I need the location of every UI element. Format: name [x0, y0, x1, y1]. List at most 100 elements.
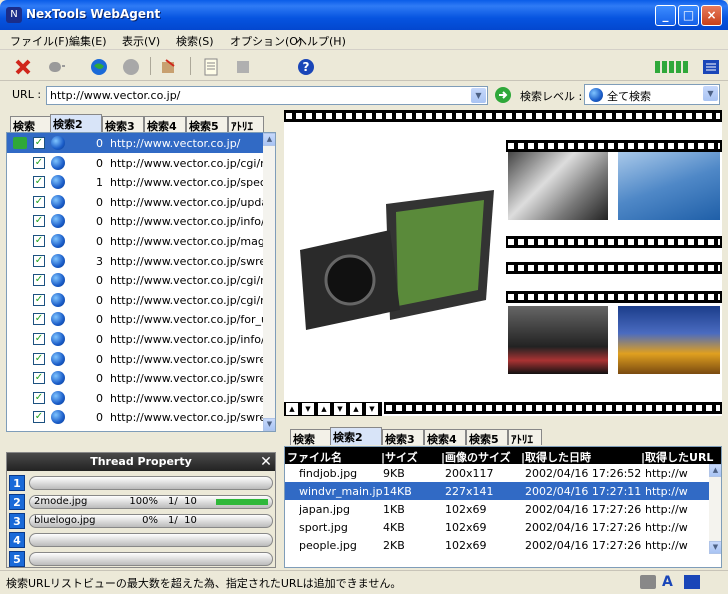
globe-icon[interactable] [88, 56, 110, 78]
scroll-down-icon[interactable]: ▼ [709, 541, 721, 554]
tab-search3[interactable]: 検索3 [382, 429, 424, 445]
close-icon[interactable]: ✕ [259, 455, 273, 469]
title-bar[interactable]: N NexTools WebAgent _ □ × [0, 0, 728, 30]
thumbnail-swimmers[interactable] [618, 152, 720, 220]
help-icon[interactable]: ? [295, 56, 317, 78]
nav-down-icon[interactable]: ▲ [350, 403, 362, 415]
list-item[interactable]: ✓ 0 http://www.vector.co.jp/swree [7, 388, 265, 408]
minimize-button[interactable]: _ [655, 5, 676, 26]
export-icon[interactable] [158, 56, 180, 78]
toolbar-separator [190, 57, 191, 75]
list-item[interactable]: ✓ 0 http://www.vector.co.jp/cgi/n [7, 290, 265, 310]
menu-edit[interactable]: 編集(E) [69, 33, 107, 49]
thumbnail-eiffel-tower[interactable] [618, 306, 720, 374]
list-item[interactable]: ✓ 0 http://www.vector.co.jp/ [7, 133, 265, 153]
scroll-down-icon[interactable]: ▼ [263, 418, 275, 431]
table-row[interactable]: people.jpg 2KB 102x69 2002/04/16 17:27:26 ht… [285, 536, 709, 554]
column-header-size[interactable]: |サイズ [381, 449, 418, 465]
nav-up-icon[interactable]: ▼ [302, 403, 314, 415]
maximize-button[interactable]: □ [678, 5, 699, 26]
camera-icon[interactable] [640, 575, 656, 589]
close-button[interactable]: × [701, 5, 722, 26]
url-checkbox[interactable]: ✓ [33, 372, 45, 385]
document-icon[interactable] [200, 56, 222, 78]
thumbnail-photo[interactable] [508, 152, 608, 220]
pause-icon[interactable] [46, 56, 68, 78]
search-level-select[interactable]: 全て検索 ▼ [584, 84, 720, 105]
disabled-globe-icon[interactable] [120, 56, 142, 78]
tab-atelier[interactable]: ｱﾄﾘｴ [508, 429, 542, 445]
list-item[interactable]: ✓ 0 http://www.vector.co.jp/info/ [7, 211, 265, 231]
list-item[interactable]: ✓ 0 http://www.vector.co.jp/cgi/n [7, 153, 265, 173]
url-checkbox[interactable]: ✓ [33, 137, 45, 149]
menu-help[interactable]: ヘルプ(H) [296, 33, 346, 49]
tab-search4[interactable]: 検索4 [424, 429, 466, 445]
url-checkbox[interactable]: ✓ [33, 274, 45, 287]
column-header-url[interactable]: |取得したURL [641, 449, 713, 465]
url-checkbox[interactable]: ✓ [33, 333, 45, 345]
list-item[interactable]: ✓ 0 http://www.vector.co.jp/swree [7, 349, 265, 369]
url-checkbox[interactable]: ✓ [33, 411, 45, 424]
chevron-down-icon[interactable]: ▼ [703, 86, 718, 101]
scroll-up-icon[interactable]: ▲ [263, 133, 275, 146]
url-text: http://www.vector.co.jp/cgi/n [110, 274, 265, 288]
stop-icon[interactable] [12, 56, 34, 78]
font-icon[interactable]: A [662, 574, 678, 590]
column-header-date[interactable]: |取得した日時 [521, 449, 591, 465]
list-item[interactable]: ✓ 3 http://www.vector.co.jp/swree [7, 251, 265, 271]
tab-search1[interactable]: 検索 [10, 116, 52, 132]
url-input[interactable]: http://www.vector.co.jp/ ▼ [46, 86, 488, 105]
url-checkbox[interactable]: ✓ [33, 313, 45, 326]
tab-search2[interactable]: 検索2 [330, 427, 382, 445]
go-icon[interactable] [492, 84, 514, 106]
url-checkbox[interactable]: ✓ [33, 352, 45, 365]
list-item[interactable]: ✓ 0 http://www.vector.co.jp/cgi/n [7, 270, 265, 290]
column-header-filename[interactable]: ファイル名 [287, 449, 342, 465]
url-checkbox[interactable]: ✓ [33, 391, 45, 404]
url-list-scrollbar[interactable]: ▲ ▼ [263, 133, 275, 431]
url-checkbox[interactable]: ✓ [33, 156, 45, 169]
tab-search2[interactable]: 検索2 [50, 114, 102, 132]
tab-search3[interactable]: 検索3 [102, 116, 144, 132]
nav-page-down-icon[interactable]: ▼ [334, 403, 346, 415]
network-icon[interactable] [684, 575, 700, 589]
menu-file[interactable]: ファイル(F) [10, 33, 69, 49]
tab-search5[interactable]: 検索5 [186, 116, 228, 132]
url-checkbox[interactable]: ✓ [33, 176, 45, 189]
url-checkbox[interactable]: ✓ [33, 235, 45, 247]
list-item[interactable]: ✓ 0 http://www.vector.co.jp/swree [7, 407, 265, 427]
table-row[interactable]: windvr_main.jpg 14KB 227x141 2002/04/16 17:… [285, 482, 709, 500]
cell-size: 4KB [383, 521, 405, 534]
table-row[interactable]: sport.jpg 4KB 102x69 2002/04/16 17:27:26 htt… [285, 518, 709, 536]
url-checkbox[interactable]: ✓ [33, 254, 45, 267]
menu-search[interactable]: 検索(S) [176, 33, 214, 49]
column-header-dimensions[interactable]: |画像のサイズ [441, 449, 511, 465]
list-item[interactable]: ✓ 1 http://www.vector.co.jp/speci [7, 172, 265, 192]
nav-bottom-icon[interactable]: ▼ [366, 403, 378, 415]
tab-search4[interactable]: 検索4 [144, 116, 186, 132]
tab-search5[interactable]: 検索5 [466, 429, 508, 445]
list-item[interactable]: ✓ 0 http://www.vector.co.jp/swree [7, 368, 265, 388]
thread-status-icon [654, 56, 694, 78]
disabled-tool-icon[interactable] [232, 56, 254, 78]
scroll-up-icon[interactable]: ▲ [709, 464, 721, 477]
tab-atelier[interactable]: ｱﾄﾘｴ [228, 116, 264, 132]
table-row[interactable]: findjob.jpg 9KB 200x117 2002/04/16 17:26:52… [285, 464, 709, 482]
nav-top-icon[interactable]: ▲ [286, 403, 298, 415]
network-icon[interactable] [700, 56, 722, 78]
table-row[interactable]: japan.jpg 1KB 102x69 2002/04/16 17:27:26 htt… [285, 500, 709, 518]
list-item[interactable]: ✓ 0 http://www.vector.co.jp/for_us [7, 309, 265, 329]
menu-options[interactable]: オプション(O) [230, 33, 302, 49]
url-checkbox[interactable]: ✓ [33, 215, 45, 228]
chevron-down-icon[interactable]: ▼ [471, 88, 486, 103]
thumbnail-firefighters[interactable] [508, 306, 608, 374]
list-item[interactable]: ✓ 0 http://www.vector.co.jp/maga [7, 231, 265, 251]
list-item[interactable]: ✓ 0 http://www.vector.co.jp/updat [7, 192, 265, 212]
menu-view[interactable]: 表示(V) [122, 33, 160, 49]
url-checkbox[interactable]: ✓ [33, 195, 45, 208]
nav-page-up-icon[interactable]: ▲ [318, 403, 330, 415]
url-checkbox[interactable]: ✓ [33, 293, 45, 306]
tab-search1[interactable]: 検索 [290, 429, 332, 445]
file-table-scrollbar[interactable]: ▲ ▼ [709, 464, 721, 554]
list-item[interactable]: ✓ 0 http://www.vector.co.jp/info/s [7, 329, 265, 349]
